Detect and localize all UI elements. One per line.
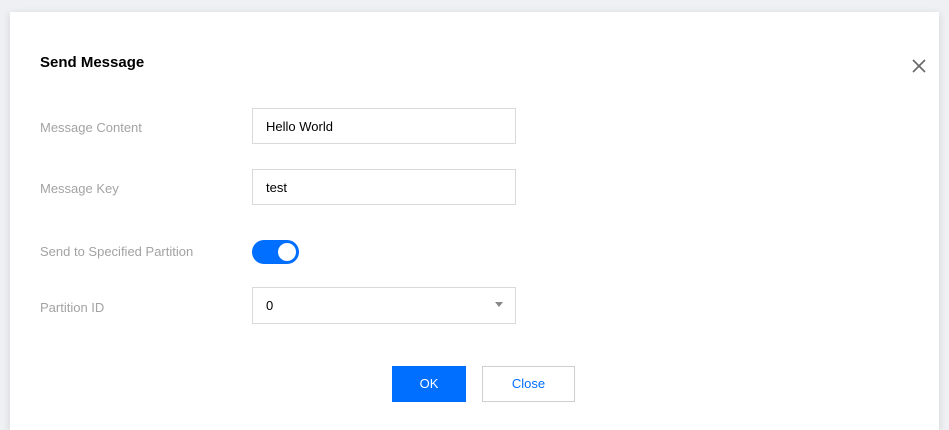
message-key-input[interactable]: [252, 169, 516, 205]
close-button[interactable]: Close: [482, 366, 575, 402]
send-message-dialog: Send Message Message Content Message Key…: [10, 12, 939, 430]
message-content-input[interactable]: [252, 108, 516, 144]
close-icon[interactable]: [910, 57, 928, 75]
partition-id-value: 0: [266, 298, 274, 313]
send-to-partition-label: Send to Specified Partition: [40, 244, 194, 259]
message-content-label: Message Content: [40, 120, 142, 135]
dialog-title: Send Message: [40, 54, 145, 71]
partition-id-label: Partition ID: [40, 300, 105, 315]
send-to-partition-toggle[interactable]: [252, 240, 299, 264]
partition-id-select[interactable]: 0: [252, 287, 516, 324]
ok-button[interactable]: OK: [392, 366, 466, 402]
chevron-down-icon: [495, 302, 503, 307]
toggle-knob: [278, 243, 296, 261]
message-key-label: Message Key: [40, 181, 119, 196]
